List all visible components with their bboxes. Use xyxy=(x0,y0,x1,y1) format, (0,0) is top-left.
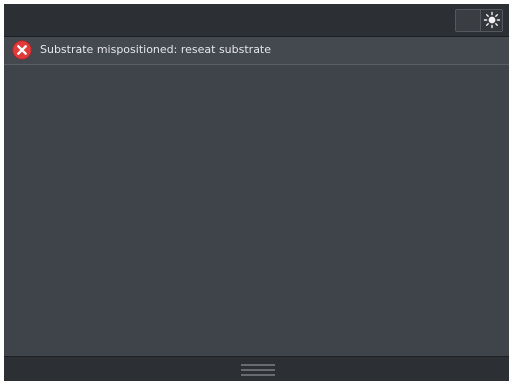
error-x-icon xyxy=(12,40,32,60)
brightness-toggle[interactable] xyxy=(455,9,503,32)
toggle-on-segment[interactable] xyxy=(480,10,502,31)
drawer-handle-icon[interactable] xyxy=(241,363,275,377)
printer-screen: Substrate mispositioned: reseat substrat… xyxy=(4,4,509,381)
top-bar xyxy=(4,4,509,37)
alert-message: Substrate mispositioned: reseat substrat… xyxy=(40,43,272,56)
bottom-bar xyxy=(4,356,509,381)
toggle-off-segment[interactable] xyxy=(456,10,480,31)
sun-icon xyxy=(483,11,501,29)
alert-row[interactable]: Substrate mispositioned: reseat substrat… xyxy=(4,37,509,65)
